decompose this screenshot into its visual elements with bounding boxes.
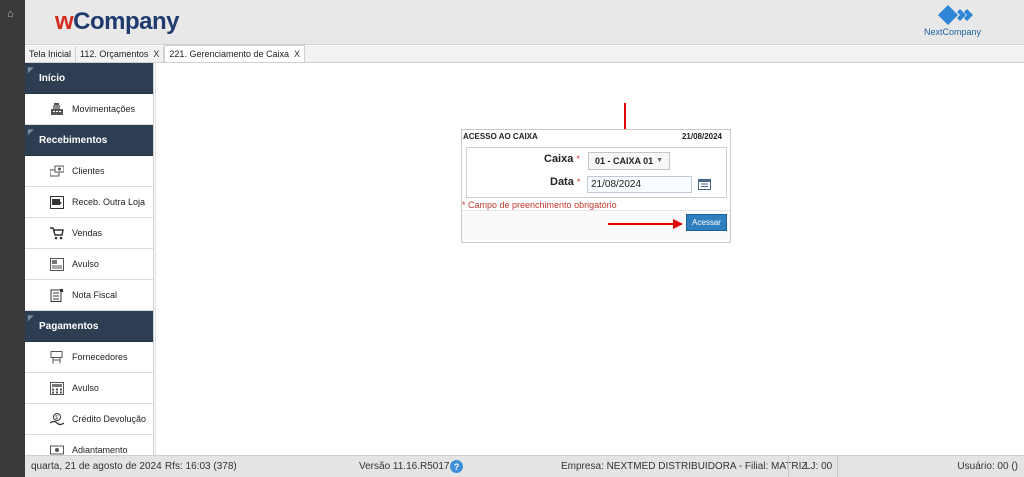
caixa-select[interactable]: 01 - CAIXA 01 ▼	[588, 152, 670, 170]
invoice-icon	[50, 288, 64, 302]
section-label: Recebimentos	[39, 134, 108, 146]
sidebar-item-label: Clientes	[72, 166, 105, 176]
tab-label: 112. Orçamentos	[80, 49, 149, 59]
sidebar-item-receb-outra-loja[interactable]: Receb. Outra Loja	[25, 187, 153, 218]
sidebar-item-clientes[interactable]: Clientes	[25, 156, 153, 187]
required-field-note: * Campo de preenchimento obrigatório	[462, 200, 617, 210]
caixa-label-row: Caixa *	[544, 153, 580, 165]
sidebar-item-label: Movimentações	[72, 104, 136, 114]
main-content	[155, 63, 1024, 455]
tab-gerenciamento-caixa[interactable]: 221. Gerenciamento de Caixa X	[164, 45, 306, 62]
data-label-row: Data *	[550, 176, 580, 188]
sidebar-item-label: Avulso	[72, 259, 99, 269]
supplier-icon	[50, 350, 64, 364]
dialog-footer: Acessar	[462, 210, 730, 240]
nextcompany-logo: NextCompany	[924, 5, 984, 39]
sidebar-item-label: Fornecedores	[72, 352, 128, 362]
status-lj: LJ: 00	[805, 461, 833, 472]
dialog-form-box: Caixa * 01 - CAIXA 01 ▼ Data * 21/08/202…	[466, 147, 727, 198]
status-divider	[788, 456, 789, 477]
sidebar-item-label: Avulso	[72, 383, 99, 393]
sidebar-item-movimentacoes[interactable]: Movimentações	[25, 94, 153, 125]
chevron-down-icon: ▼	[656, 157, 663, 164]
status-bar: quarta, 21 de agosto de 2024 Rfs: 16:03 …	[25, 455, 1024, 477]
status-company: Empresa: NEXTMED DISTRIBUIDORA - Filial:…	[561, 461, 808, 472]
left-rail: ⌂	[0, 0, 25, 477]
clients-icon	[50, 165, 64, 178]
status-rfs: Rfs: 16:03 (378)	[165, 461, 237, 472]
tab-bar: Tela Inicial 112. Orçamentos X 221. Gere…	[25, 45, 1024, 63]
sidebar-item-label: Receb. Outra Loja	[72, 197, 146, 207]
dialog-header: ACESSO AO CAIXA 21/08/2024	[462, 130, 730, 143]
sidebar-item-fornecedores[interactable]: Fornecedores	[25, 342, 153, 373]
section-label: Pagamentos	[39, 320, 99, 332]
sidebar-item-credito-devolucao[interactable]: $ Crédito Devolução	[25, 404, 153, 435]
sidebar-section-recebimentos[interactable]: ◤ Recebimentos	[25, 125, 153, 156]
acesso-caixa-dialog: ACESSO AO CAIXA 21/08/2024 Caixa * 01 - …	[461, 129, 731, 243]
sidebar-item-label: Vendas	[72, 228, 103, 238]
sidebar-item-label: Crédito Devolução	[72, 414, 147, 424]
acessar-button[interactable]: Acessar	[686, 214, 727, 231]
receipt-icon	[50, 257, 64, 271]
calculator-icon	[50, 381, 64, 395]
refund-icon: $	[50, 412, 64, 426]
nextcompany-logo-text: NextCompany	[924, 27, 982, 37]
data-input-value: 21/08/2024	[591, 179, 642, 190]
close-icon[interactable]: X	[153, 49, 159, 59]
required-mark: *	[576, 177, 581, 187]
tab-label: 221. Gerenciamento de Caixa	[169, 49, 289, 59]
store-transfer-icon	[50, 195, 64, 209]
sidebar-item-vendas[interactable]: Vendas	[25, 218, 153, 249]
tab-tela-inicial[interactable]: Tela Inicial	[25, 46, 77, 62]
advance-icon	[50, 444, 64, 456]
sidebar-item-label: Adiantamento	[72, 445, 128, 455]
sidebar-section-pagamentos[interactable]: ◤ Pagamentos	[25, 311, 153, 342]
sidebar-item-nota-fiscal[interactable]: Nota Fiscal	[25, 280, 153, 311]
wcompany-logo: wCompany	[55, 8, 180, 35]
cart-icon	[50, 226, 64, 240]
status-date: quarta, 21 de agosto de 2024	[31, 461, 162, 472]
sidebar-item-label: Nota Fiscal	[72, 290, 118, 300]
sidebar-menu: ◤ Início Movimentações ◤ Recebimentos Cl…	[25, 63, 154, 455]
required-mark: *	[576, 154, 580, 164]
status-version: Versão 11.16.R5017	[359, 461, 450, 472]
help-icon[interactable]: ?	[450, 460, 463, 473]
tab-orcamentos[interactable]: 112. Orçamentos X	[76, 46, 165, 62]
annotation-arrow-right	[608, 219, 683, 229]
sidebar-item-avulso-pagamento[interactable]: Avulso	[25, 373, 153, 404]
status-user: Usuário: 00 ()	[957, 461, 1018, 472]
dialog-date: 21/08/2024	[681, 132, 722, 141]
close-icon[interactable]: X	[294, 49, 300, 59]
collapse-marker-icon: ◤	[28, 67, 34, 74]
sidebar-item-avulso-recebimento[interactable]: Avulso	[25, 249, 153, 280]
collapse-marker-icon: ◤	[28, 315, 34, 322]
caixa-select-value: 01 - CAIXA 01	[595, 156, 654, 166]
dialog-title: ACESSO AO CAIXA	[463, 132, 538, 141]
svg-text:$: $	[55, 415, 58, 421]
home-icon[interactable]: ⌂	[7, 8, 14, 20]
app-header: wCompany NextCompany	[25, 0, 1024, 45]
section-label: Início	[39, 72, 66, 84]
caixa-label: Caixa	[544, 153, 574, 165]
status-divider	[837, 456, 838, 477]
data-label: Data	[550, 176, 574, 188]
calendar-icon[interactable]	[698, 178, 711, 190]
cash-register-icon	[50, 102, 64, 116]
sidebar-section-inicio[interactable]: ◤ Início	[25, 63, 153, 94]
data-input[interactable]: 21/08/2024	[587, 176, 692, 193]
collapse-marker-icon: ◤	[28, 129, 34, 136]
sidebar-item-adiantamento[interactable]: Adiantamento	[25, 435, 153, 455]
tab-label: Tela Inicial	[29, 49, 72, 59]
